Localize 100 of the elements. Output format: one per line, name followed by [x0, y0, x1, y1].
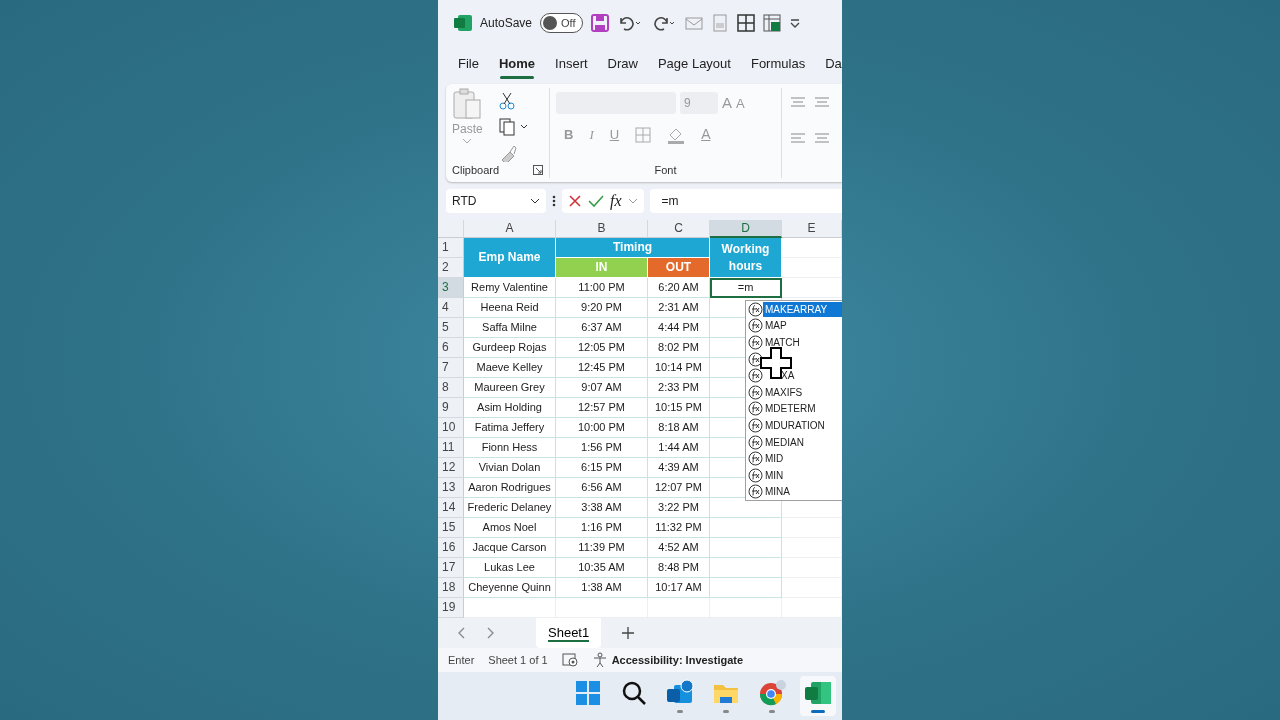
column-header[interactable]: A	[464, 220, 556, 238]
empty-cell[interactable]	[782, 538, 842, 558]
autocomplete-item[interactable]: MAXIFS	[746, 383, 842, 401]
envelope-icon[interactable]	[684, 14, 703, 32]
row-header[interactable]: 1	[438, 238, 464, 258]
ribbon-tab[interactable]: File	[448, 50, 489, 80]
row-header[interactable]: 10	[438, 418, 464, 438]
grid-icon[interactable]	[736, 14, 755, 32]
function-icon	[748, 384, 763, 400]
row-header[interactable]: 19	[438, 598, 464, 618]
add-sheet-icon[interactable]	[621, 626, 636, 640]
empty-cell[interactable]	[782, 518, 842, 538]
column-header[interactable]: B	[556, 220, 648, 238]
function-icon	[748, 434, 763, 450]
document-icon[interactable]	[710, 14, 729, 32]
accessibility-status[interactable]: Accessibility: Investigate	[611, 651, 744, 669]
ribbon-tab[interactable]: Insert	[545, 50, 598, 80]
empty-cell[interactable]	[782, 258, 842, 278]
ribbon-tab[interactable]: Formulas	[740, 50, 816, 80]
table-icon[interactable]	[762, 14, 781, 32]
copy-icon[interactable]	[498, 118, 529, 136]
insert-function-button[interactable]: fx	[610, 189, 622, 213]
accessibility-icon[interactable]	[591, 652, 608, 668]
browser-icon[interactable]	[758, 679, 786, 707]
autocomplete-item[interactable]: MAP	[746, 317, 842, 335]
row-header[interactable]: 5	[438, 318, 464, 338]
table-header: Emp Name	[464, 238, 556, 278]
table-cell: 12:45 PM	[556, 358, 648, 378]
autocomplete-item[interactable]: MEDIAN	[746, 433, 842, 451]
row-header[interactable]: 6	[438, 338, 464, 358]
table-cell: 4:44 PM	[648, 318, 710, 338]
sheet-count: Sheet 1 of 1	[488, 652, 548, 668]
ribbon-tab[interactable]: Page Layout	[647, 50, 741, 80]
sheet-tab[interactable]: Sheet1	[536, 618, 602, 648]
table-cell: 4:39 AM	[648, 458, 710, 478]
more-icon[interactable]	[552, 195, 556, 207]
scissors-icon[interactable]	[498, 92, 515, 110]
row-header[interactable]: 16	[438, 538, 464, 558]
table-cell: 3:22 PM	[648, 498, 710, 518]
row-header[interactable]: 7	[438, 358, 464, 378]
table-cell: Frederic Delaney	[464, 498, 556, 518]
ribbon-tab[interactable]: Da	[815, 50, 842, 80]
table-cell: Gurdeep Rojas	[464, 338, 556, 358]
paste-icon[interactable]	[452, 88, 483, 120]
autocomplete-item[interactable]: MINA	[746, 483, 842, 501]
empty-cell[interactable]	[710, 518, 782, 538]
next-icon[interactable]	[486, 626, 496, 640]
autocomplete-item[interactable]: MDETERM	[746, 400, 842, 418]
row-header[interactable]: 14	[438, 498, 464, 518]
row-header[interactable]: 11	[438, 438, 464, 458]
row-header[interactable]: 15	[438, 518, 464, 538]
autocomplete-item[interactable]: MATCH	[746, 334, 842, 351]
row-header[interactable]: 12	[438, 458, 464, 478]
caret-icon[interactable]	[530, 198, 540, 204]
table-cell: 6:15 PM	[556, 458, 648, 478]
empty-cell[interactable]	[710, 578, 782, 598]
column-header[interactable]: C	[648, 220, 710, 238]
row-header[interactable]: 9	[438, 398, 464, 418]
formula-field[interactable]: =m	[649, 189, 842, 213]
empty-cell[interactable]	[710, 538, 782, 558]
empty-cell[interactable]	[710, 558, 782, 578]
row-header[interactable]: 13	[438, 478, 464, 498]
ribbon-tab[interactable]: Home	[488, 50, 546, 80]
cancel-icon[interactable]	[568, 194, 582, 208]
name-box[interactable]: RTD	[446, 189, 546, 213]
autocomplete-item[interactable]: XA	[746, 367, 842, 384]
table-cell: Maureen Grey	[464, 378, 556, 398]
table-cell: 11:00 PM	[556, 278, 648, 298]
table-cell: Asim Holding	[464, 398, 556, 418]
empty-cell[interactable]	[782, 578, 842, 598]
empty-cell[interactable]	[782, 558, 842, 578]
column-header[interactable]: D	[710, 220, 782, 238]
table-cell: 11:39 PM	[556, 538, 648, 558]
row-header[interactable]: 4	[438, 298, 464, 318]
autocomplete-item[interactable]: MDURATION	[746, 417, 842, 434]
autocomplete-item[interactable]: MIN	[746, 466, 842, 484]
row-header[interactable]: 8	[438, 378, 464, 398]
row-header[interactable]: 17	[438, 558, 464, 578]
search-icon[interactable]	[620, 679, 648, 707]
spreadsheet-app-icon[interactable]	[804, 679, 832, 707]
active-cell[interactable]: =m	[710, 278, 782, 298]
borders-icon[interactable]	[635, 126, 652, 143]
column-header[interactable]: E	[782, 220, 842, 238]
align-icon[interactable]	[790, 132, 830, 144]
macro-icon[interactable]	[561, 653, 578, 667]
row-header[interactable]: 3	[438, 278, 464, 298]
windows-icon[interactable]	[574, 679, 602, 707]
empty-cell[interactable]	[782, 278, 842, 298]
expand-icon[interactable]	[533, 165, 543, 176]
enter-icon[interactable]	[588, 194, 604, 208]
row-header[interactable]: 2	[438, 258, 464, 278]
empty-cell[interactable]	[782, 238, 842, 258]
autocomplete-item[interactable]: MID	[746, 450, 842, 467]
function-icon	[748, 451, 763, 467]
previous-icon[interactable]	[456, 626, 466, 640]
save-icon[interactable]	[590, 14, 609, 32]
row-header[interactable]: 18	[438, 578, 464, 598]
autosave-toggle[interactable]: Off	[540, 13, 583, 33]
align-icon[interactable]	[790, 96, 830, 108]
ribbon-tab[interactable]: Draw	[597, 50, 648, 80]
